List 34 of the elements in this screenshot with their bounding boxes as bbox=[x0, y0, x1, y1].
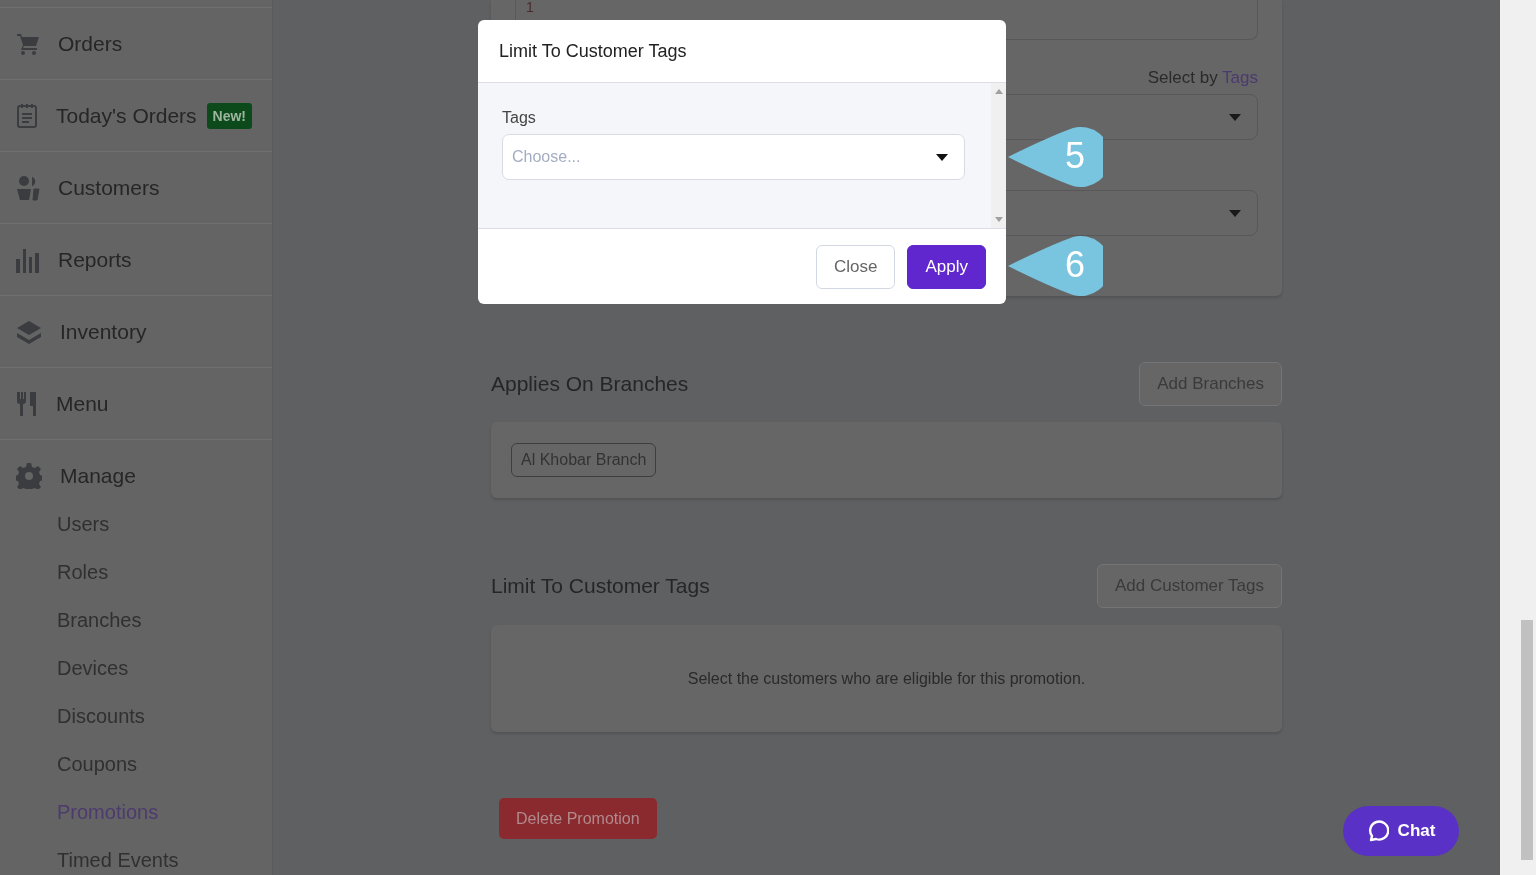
sidebar-item[interactable]: Customers bbox=[0, 151, 272, 223]
scroll-up-icon[interactable] bbox=[994, 89, 1003, 94]
new-badge: New! bbox=[206, 102, 252, 129]
sidebar-item[interactable]: Menu bbox=[0, 367, 272, 439]
apply-button[interactable]: Apply bbox=[907, 244, 986, 289]
layers-icon bbox=[16, 319, 42, 344]
clipboard-icon bbox=[16, 102, 38, 129]
speech-bubble-icon bbox=[1366, 820, 1389, 842]
bar-chart-icon bbox=[16, 246, 40, 273]
gear-icon bbox=[16, 463, 42, 489]
scrollbar[interactable] bbox=[991, 83, 1006, 228]
sidebar-section-title[interactable]: Manage bbox=[60, 464, 136, 488]
close-button[interactable]: Close bbox=[816, 244, 896, 289]
scroll-down-icon[interactable] bbox=[994, 217, 1003, 222]
section-title: Limit To Customer Tags bbox=[491, 574, 710, 598]
cart-icon bbox=[16, 31, 40, 56]
sidebar-item[interactable]: Orders bbox=[0, 7, 272, 79]
caret-icon bbox=[936, 153, 948, 161]
empty-state-text: Select the customers who are eligible for this promotion. bbox=[687, 669, 1086, 688]
callout-marker: 5 bbox=[1008, 127, 1103, 187]
sidebar-item[interactable]: Reports bbox=[0, 223, 272, 295]
users-icon bbox=[16, 174, 40, 201]
sidebar-item[interactable]: Inventory bbox=[0, 295, 272, 367]
modal-title: Limit To Customer Tags bbox=[499, 40, 687, 62]
fork-knife-icon bbox=[16, 390, 38, 417]
delete-button[interactable]: Delete Promotion bbox=[499, 798, 657, 839]
caret-icon bbox=[1229, 113, 1241, 121]
tags-select[interactable]: Choose... bbox=[502, 134, 965, 180]
caret-icon bbox=[1229, 209, 1241, 217]
chat-button[interactable]: Chat bbox=[1343, 806, 1459, 856]
callout-marker: 6 bbox=[1008, 236, 1103, 296]
sidebar-item[interactable]: Today's Orders New! bbox=[0, 79, 272, 151]
field-label: Tags bbox=[502, 109, 536, 127]
section-title: Applies On Branches bbox=[491, 372, 689, 396]
